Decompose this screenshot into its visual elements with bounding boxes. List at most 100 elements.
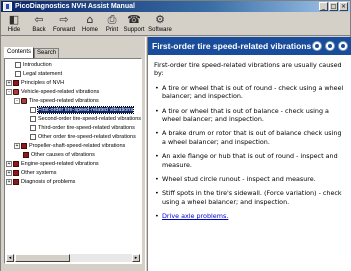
topic-heading: First-order tire speed-related vibration… <box>148 37 351 55</box>
tree-item-label: Third-order tire-speed-related vibration… <box>38 125 135 131</box>
tree-item-label: Second-order tire-speed-related vibratio… <box>38 116 142 122</box>
topic-intro: First-order tire speed-related vibration… <box>154 61 342 78</box>
tree-item-introduction[interactable]: Introduction <box>15 61 52 69</box>
book-icon <box>13 160 19 167</box>
home-label: Home <box>81 27 98 33</box>
horizontal-scrollbar[interactable]: ◂ ▸ <box>6 254 140 262</box>
circle-icon[interactable] <box>312 41 322 51</box>
tree-item-propeller-shaft[interactable]: + Propeller-shaft-speed-related vibration… <box>14 142 125 150</box>
tree-item-label: Other systems <box>21 170 57 176</box>
hide-button[interactable]: ◧ Hide <box>3 13 25 35</box>
tree-item-diagnosis[interactable]: + Diagnosis of problems <box>6 178 75 186</box>
tree-item-label: Vehicle-speed-related vibrations <box>21 89 100 95</box>
circle-icon[interactable] <box>338 41 348 51</box>
maximize-button[interactable]: □ <box>329 2 338 11</box>
list-item: A brake drum or rotor that is out of bal… <box>154 129 345 146</box>
page-icon <box>30 115 36 122</box>
print-button[interactable]: ⎙ Print <box>102 13 122 35</box>
book-icon <box>13 79 19 86</box>
book-icon <box>13 169 19 176</box>
drive-axle-problems-link[interactable]: Drive axle problems. <box>162 212 228 220</box>
book-icon <box>21 142 27 149</box>
support-label: Support <box>123 27 145 33</box>
tree-item-label: Other causes of vibrations <box>31 152 95 158</box>
home-button[interactable]: ⌂ Home <box>79 13 101 35</box>
tree-item-other-causes[interactable]: Other causes of vibrations <box>23 151 95 159</box>
tree-item-vehicle-speed[interactable]: - Vehicle-speed-related vibrations <box>6 88 99 96</box>
tree-item-label: Legal statement <box>23 71 63 77</box>
app-icon <box>3 2 12 11</box>
topic-heading-icons <box>312 41 348 51</box>
minimize-button[interactable]: _ <box>319 2 328 11</box>
hide-label: Hide <box>7 27 21 33</box>
software-button[interactable]: ⚙ Software <box>146 13 174 35</box>
open-book-icon <box>13 88 19 95</box>
back-label: Back <box>32 27 46 33</box>
list-item: Wheel stud circle runout - inspect and m… <box>154 175 345 184</box>
tree-item-label: Diagnosis of problems <box>21 179 76 185</box>
tree-item-label: Introduction <box>23 62 52 68</box>
tree-item-first-order[interactable]: First-order tire-speed-related vibration… <box>30 106 135 114</box>
circle-icon[interactable] <box>325 41 335 51</box>
hide-icon: ◧ <box>8 13 20 26</box>
expand-icon[interactable]: + <box>6 160 12 167</box>
print-label: Print <box>105 27 119 33</box>
software-label: Software <box>148 27 172 33</box>
book-icon <box>23 151 29 158</box>
book-icon <box>13 178 19 185</box>
list-item: Stiff spots in the tire's sidewall. (For… <box>154 189 345 206</box>
topic-pane: First-order tire speed-related vibration… <box>148 37 351 271</box>
expand-icon[interactable]: + <box>6 79 12 86</box>
list-item: A tire or wheel that is out of balance -… <box>154 107 345 124</box>
home-icon: ⌂ <box>86 13 94 26</box>
tab-search[interactable]: Search <box>34 48 60 58</box>
window-controls: _ □ × <box>319 2 348 11</box>
scroll-right-icon[interactable]: ▸ <box>132 254 140 262</box>
tab-contents[interactable]: Contents <box>4 47 35 58</box>
forward-icon: ⇨ <box>59 13 69 26</box>
close-button[interactable]: × <box>339 2 348 11</box>
topic-title: First-order tire speed-related vibration… <box>152 41 312 51</box>
open-book-icon <box>21 97 27 104</box>
scroll-left-icon[interactable]: ◂ <box>6 254 14 262</box>
tree-item-other-systems[interactable]: + Other systems <box>6 169 56 177</box>
forward-label: Forward <box>52 27 75 33</box>
tree-item-third-order[interactable]: Third-order tire-speed-related vibration… <box>30 124 135 132</box>
page-icon <box>15 61 21 68</box>
title-bar[interactable]: PicoDiagnostics NVH Assist Manual _ □ × <box>1 1 350 12</box>
tree-item-tire-speed[interactable]: - Tire-speed-related vibrations <box>14 97 99 105</box>
tree-item-label: Tire-speed-related vibrations <box>29 98 99 104</box>
support-button[interactable]: ☎ Support <box>122 13 146 35</box>
expand-icon[interactable]: + <box>6 169 12 176</box>
list-item-link: Drive axle problems. <box>154 212 345 221</box>
back-button[interactable]: ⇦ Back <box>28 13 50 35</box>
support-icon: ☎ <box>127 13 141 26</box>
print-icon: ⎙ <box>107 13 117 26</box>
scroll-thumb[interactable] <box>15 254 70 262</box>
page-icon <box>30 124 36 131</box>
page-icon <box>30 133 36 140</box>
expand-icon[interactable]: + <box>6 178 12 185</box>
tree-item-other-order[interactable]: Other order tire-speed-related vibration… <box>30 133 136 141</box>
tree-item-label: Propeller-shaft-speed-related vibrations <box>29 143 126 149</box>
tree-item-principles-of-nvh[interactable]: + Principles of NVH <box>6 79 64 87</box>
software-icon: ⚙ <box>155 13 165 26</box>
tree-item-second-order[interactable]: Second-order tire-speed-related vibratio… <box>30 115 141 123</box>
back-icon: ⇦ <box>34 13 44 26</box>
page-icon <box>30 106 36 113</box>
expand-icon[interactable]: + <box>14 142 20 149</box>
tree-item-legal-statement[interactable]: Legal statement <box>15 70 62 78</box>
collapse-icon[interactable]: - <box>6 88 12 95</box>
topic-body: First-order tire speed-related vibration… <box>148 55 351 221</box>
forward-button[interactable]: ⇨ Forward <box>51 13 77 35</box>
tree-item-label: Engine-speed-related vibrations <box>21 161 99 167</box>
tree-item-engine-speed[interactable]: + Engine-speed-related vibrations <box>6 160 99 168</box>
list-item: A tire or wheel that is out of round - c… <box>154 84 345 101</box>
tree-item-label: Principles of NVH <box>21 80 65 86</box>
nav-tabs: Contents Search <box>4 47 60 58</box>
contents-tree[interactable]: Introduction Legal statement + Principles… <box>4 58 142 264</box>
list-item: An axle flange or hub that is out of rou… <box>154 152 345 169</box>
toolbar: ◧ Hide ⇦ Back ⇨ Forward ⌂ Home ⎙ Print ☎… <box>1 12 350 36</box>
collapse-icon[interactable]: - <box>14 97 20 104</box>
window-title: PicoDiagnostics NVH Assist Manual <box>15 3 135 10</box>
